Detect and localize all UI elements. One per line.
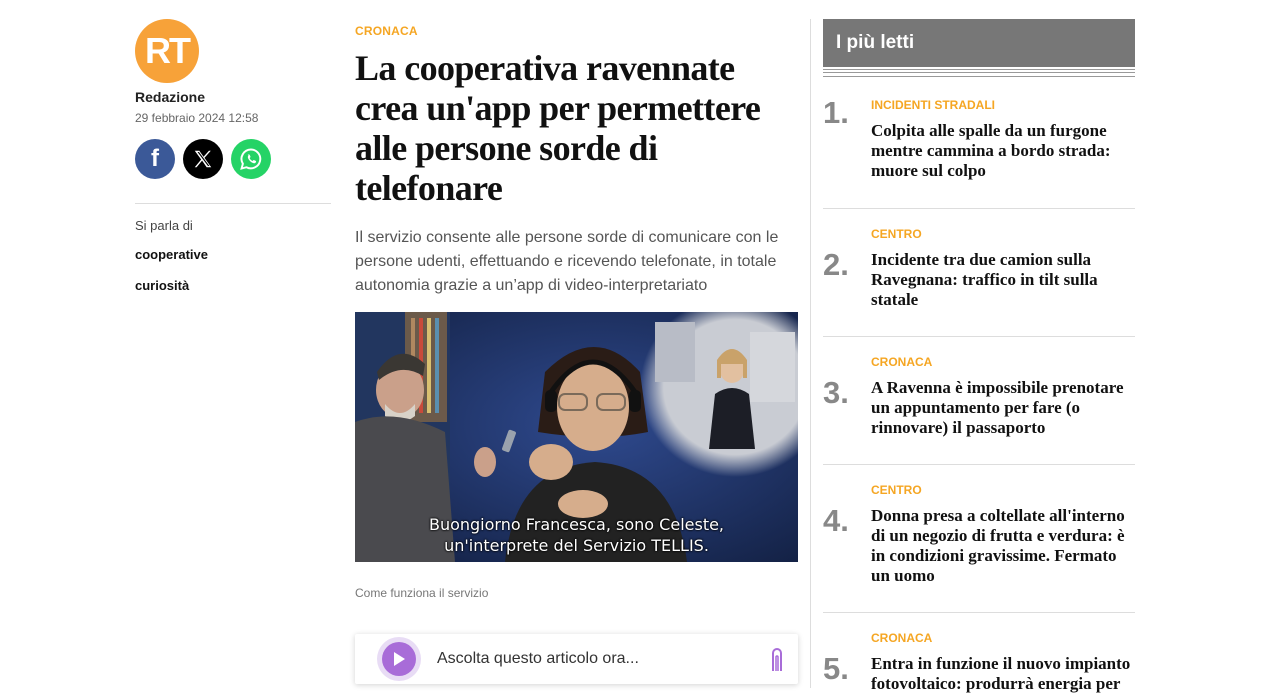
article-kicker[interactable]: CRONACA [355, 24, 798, 38]
facebook-icon[interactable]: f [135, 139, 175, 179]
share-buttons: f [135, 139, 331, 179]
item-kicker[interactable]: CENTRO [871, 227, 1135, 241]
video-caption: Come funziona il servizio [355, 586, 489, 600]
item-title[interactable]: A Ravenna è impossibile prenotare un app… [871, 378, 1135, 438]
header-rule [823, 69, 1135, 77]
most-read-header: I più letti [823, 19, 1135, 67]
item-kicker[interactable]: CRONACA [871, 631, 1135, 645]
item-title[interactable]: Donna presa a coltellate all'interno di … [871, 506, 1135, 586]
article-title: La cooperativa ravennate crea un'app per… [355, 48, 761, 208]
x-icon[interactable] [183, 139, 223, 179]
video-subtitle-line-1: Buongiorno Francesca, sono Celeste, [428, 515, 725, 534]
article: CRONACA La cooperativa ravennate crea un… [355, 24, 798, 600]
publish-date: 29 febbraio 2024 12:58 [135, 111, 259, 125]
item-kicker[interactable]: CRONACA [871, 355, 1135, 369]
play-button[interactable] [377, 637, 421, 681]
rank-number: 3. [823, 375, 849, 410]
article-video[interactable]: Buongiorno Francesca, sono Celeste, un'i… [355, 312, 798, 562]
most-read: I più letti 1. INCIDENTI STRADALI Colpit… [823, 19, 1135, 693]
most-read-item[interactable]: 2. CENTRO Incidente tra due camion sulla… [823, 209, 1135, 337]
item-title[interactable]: Entra in funzione il nuovo impianto foto… [871, 654, 1135, 694]
most-read-item[interactable]: 3. CRONACA A Ravenna è impossibile preno… [823, 337, 1135, 465]
video-subtitle-line-2: un'interprete del Servizio TELLIS. [444, 536, 709, 555]
divider [135, 203, 331, 204]
item-title[interactable]: Colpita alle spalle da un furgone mentre… [871, 121, 1135, 181]
author-name[interactable]: Redazione [135, 89, 331, 105]
audio-player: Ascolta questo articolo ora... [355, 634, 798, 684]
author-sidebar: RT Redazione 29 febbraio 2024 12:58 f Si… [135, 19, 331, 293]
article-lead: Il servizio consente alle persone sorde … [355, 229, 779, 294]
whatsapp-icon[interactable] [231, 139, 271, 179]
most-read-item[interactable]: 5. CRONACA Entra in funzione il nuovo im… [823, 613, 1135, 693]
topic-link-cooperative[interactable]: cooperative [135, 247, 331, 262]
audio-player-label[interactable]: Ascolta questo articolo ora... [437, 650, 639, 668]
site-logo[interactable]: RT [135, 19, 199, 83]
rank-number: 4. [823, 503, 849, 538]
play-icon [382, 642, 416, 676]
most-read-item[interactable]: 4. CENTRO Donna presa a coltellate all'i… [823, 465, 1135, 613]
most-read-item[interactable]: 1. INCIDENTI STRADALI Colpita alle spall… [823, 77, 1135, 209]
item-title[interactable]: Incidente tra due camion sulla Ravegnana… [871, 250, 1135, 310]
audio-brand-icon [770, 647, 784, 678]
topics-label: Si parla di [135, 218, 193, 233]
item-kicker[interactable]: CENTRO [871, 483, 1135, 497]
rank-number: 5. [823, 651, 849, 686]
video-subtitles: Buongiorno Francesca, sono Celeste, un'i… [355, 514, 798, 556]
rank-number: 1. [823, 95, 849, 130]
column-divider [810, 19, 811, 688]
topic-link-curiosita[interactable]: curiosità [135, 278, 331, 293]
item-kicker[interactable]: INCIDENTI STRADALI [871, 98, 1135, 112]
rank-number: 2. [823, 247, 849, 282]
